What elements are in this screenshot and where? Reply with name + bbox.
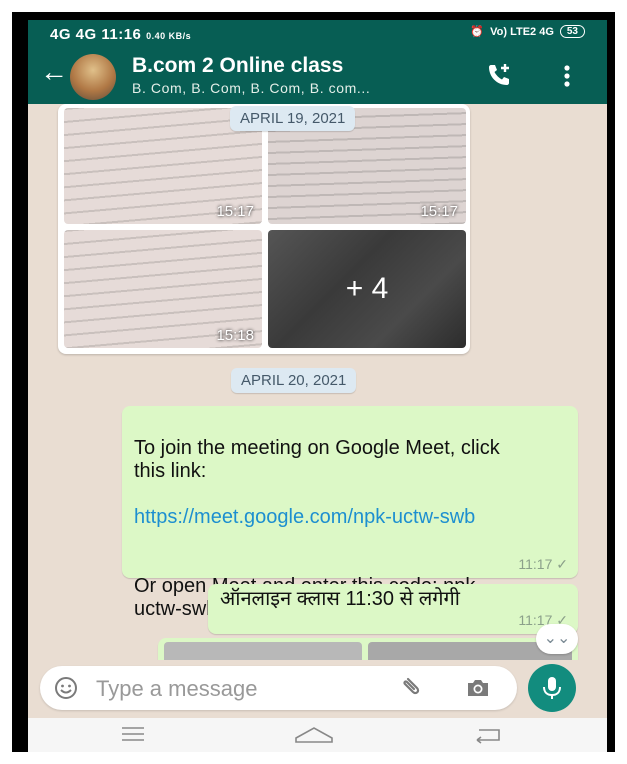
paperclip-icon[interactable] [395,676,421,705]
photo-time: 15:18 [216,327,254,344]
network-speed: 0.40 KB/s [146,31,192,41]
photo-album[interactable]: 15:17 15:17 15:18 + 4 [58,104,470,354]
status-left: 4G 4G 11:16 0.40 KB/s [50,26,191,43]
image-thumbnail[interactable] [164,642,362,660]
status-bar: 4G 4G 11:16 0.40 KB/s ⏰ Vo) LTE2 4G 53 [28,20,607,48]
menu-icon[interactable] [120,724,146,749]
group-title[interactable]: B.com 2 Online class [132,54,343,78]
emoji-icon[interactable] [54,676,78,705]
system-nav-bar [28,718,607,752]
back-arrow-icon[interactable]: ← [40,58,68,86]
network-indicator: 4G 4G [50,26,97,43]
mic-button[interactable] [528,664,576,712]
back-nav-icon[interactable] [473,726,503,749]
photo-time: 15:17 [216,203,254,220]
message-bubble[interactable]: ऑनलाइन क्लास 11:30 से लगेगी 11:17 ✓ [208,584,578,634]
message-input[interactable] [94,672,358,706]
chat-area[interactable]: 15:17 15:17 15:18 + 4 APRIL 19, 2021 APR… [28,104,607,660]
image-message-bubble[interactable] [158,638,578,660]
message-time: 11:17 ✓ [518,556,568,572]
status-right: ⏰ Vo) LTE2 4G 53 [470,25,585,38]
status-time: 11:16 [101,26,142,43]
more-photos-tile[interactable]: + 4 [268,230,466,348]
photo-time: 15:17 [420,203,458,220]
chat-header: ← B.com 2 Online class B. Com, B. Com, B… [28,48,607,104]
home-icon[interactable] [294,726,334,749]
network-indicator-right: Vo) LTE2 4G [490,25,554,38]
scroll-down-button[interactable]: ⌄⌄ [536,624,578,654]
more-photos-count: + 4 [345,272,389,305]
alarm-icon: ⏰ [470,26,485,38]
add-call-icon[interactable] [486,62,512,93]
mic-icon [543,677,561,699]
group-members[interactable]: B. Com, B. Com, B. Com, B. com... [132,80,370,96]
camera-icon[interactable] [465,676,491,705]
phone-screen: 4G 4G 11:16 0.40 KB/s ⏰ Vo) LTE2 4G 53 ←… [28,20,607,752]
meet-link[interactable]: https://meet.google.com/npk-uctw-swb [134,506,534,529]
date-chip: APRIL 20, 2021 [231,368,357,393]
message-composer [40,666,517,710]
message-bubble[interactable]: To join the meeting on Google Meet, clic… [122,406,578,620]
photo-thumbnail[interactable]: 15:18 [64,230,262,348]
group-avatar[interactable] [70,54,116,100]
battery-indicator: 53 [559,25,585,38]
date-chip: APRIL 19, 2021 [230,106,356,131]
more-options-icon[interactable] [563,64,571,93]
message-text: To join the meeting on Google Meet, clic… [134,437,500,482]
message-text: ऑनलाइन क्लास 11:30 से लगेगी [220,588,460,610]
